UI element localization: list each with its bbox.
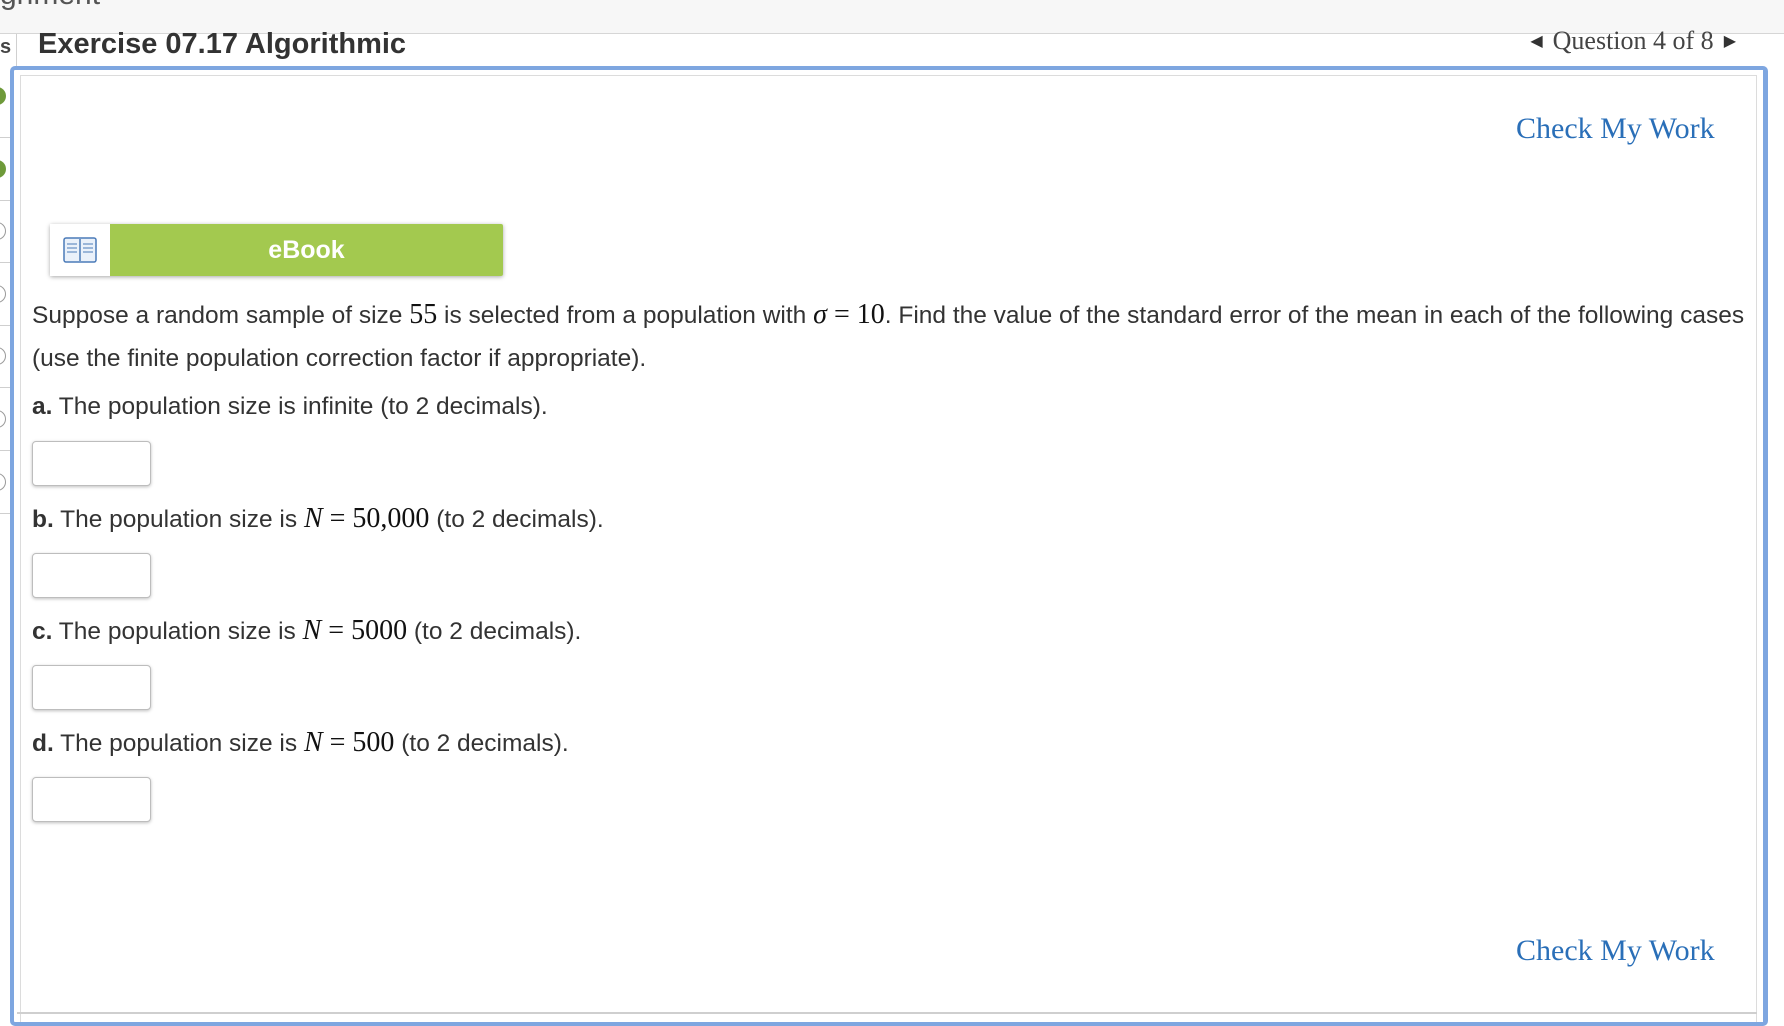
check-my-work-button-bottom[interactable]: Check My Work: [1516, 934, 1715, 968]
sample-size-value: 55: [409, 299, 438, 330]
part-text: The population size is: [52, 618, 303, 645]
equals-sign: =: [322, 503, 353, 534]
part-letter: c.: [32, 618, 53, 645]
rail-letter: s: [0, 36, 12, 58]
population-value: 50,000: [352, 503, 430, 534]
part-text-after: (to 2 decimals).: [394, 730, 569, 757]
ebook-button[interactable]: eBook: [50, 224, 503, 276]
panel-bottom-divider: [17, 1012, 1757, 1014]
equals-sign: =: [826, 299, 857, 330]
assignment-title-fragment: gnment: [0, 0, 100, 12]
part-a-prompt: a. The population size is infinite (to 2…: [32, 393, 548, 421]
part-text-after: (to 2 decimals).: [407, 618, 582, 645]
part-d-answer-input[interactable]: [32, 777, 151, 822]
status-incomplete-icon[interactable]: [0, 222, 6, 240]
status-incomplete-icon[interactable]: [0, 473, 6, 491]
question-counter: Question 4 of 8: [1552, 26, 1714, 55]
status-incomplete-icon[interactable]: [0, 347, 6, 365]
part-b-prompt: b. The population size is N = 50,000 (to…: [32, 503, 604, 535]
part-d-prompt: d. The population size is N = 500 (to 2 …: [32, 727, 569, 759]
part-c-answer-input[interactable]: [32, 665, 151, 710]
part-text: The population size is infinite (to 2 de…: [52, 393, 548, 420]
question-panel: [20, 75, 1757, 1022]
population-variable: N: [302, 615, 322, 646]
exercise-title: Exercise 07.17 Algorithmic: [38, 28, 407, 60]
book-icon: [50, 224, 110, 276]
part-b-answer-input[interactable]: [32, 553, 151, 598]
status-done-icon[interactable]: [0, 160, 6, 178]
part-a-answer-input[interactable]: [32, 441, 151, 486]
status-incomplete-icon[interactable]: [0, 285, 6, 303]
part-text: The population size is: [53, 506, 304, 533]
population-variable: N: [303, 503, 323, 534]
status-done-icon[interactable]: [0, 87, 6, 105]
question-frame: [10, 66, 1768, 1026]
question-navigator: ◀ Question 4 of 8 ▶: [1530, 26, 1736, 56]
population-value: 5000: [351, 615, 408, 646]
part-letter: d.: [32, 730, 54, 757]
question-intro-continued: is selected from a population with: [437, 302, 814, 329]
ebook-label: eBook: [110, 224, 503, 276]
part-letter: a.: [32, 393, 53, 420]
equals-sign: =: [322, 727, 353, 758]
population-variable: N: [303, 727, 323, 758]
population-value: 500: [352, 727, 395, 758]
sigma-value: 10: [856, 299, 885, 330]
sigma-symbol: σ: [813, 299, 827, 330]
next-question-icon[interactable]: ▶: [1724, 31, 1736, 51]
part-letter: b.: [32, 506, 54, 533]
part-text: The population size is: [53, 730, 304, 757]
part-text-after: (to 2 decimals).: [429, 506, 604, 533]
equals-sign: =: [321, 615, 352, 646]
part-c-prompt: c. The population size is N = 5000 (to 2…: [32, 615, 581, 647]
previous-question-icon[interactable]: ◀: [1530, 31, 1542, 51]
question-intro: Suppose a random sample of size: [32, 302, 410, 329]
question-text: Suppose a random sample of size 55 is se…: [32, 293, 1752, 380]
status-incomplete-icon[interactable]: [0, 410, 6, 428]
check-my-work-button-top[interactable]: Check My Work: [1516, 112, 1715, 146]
